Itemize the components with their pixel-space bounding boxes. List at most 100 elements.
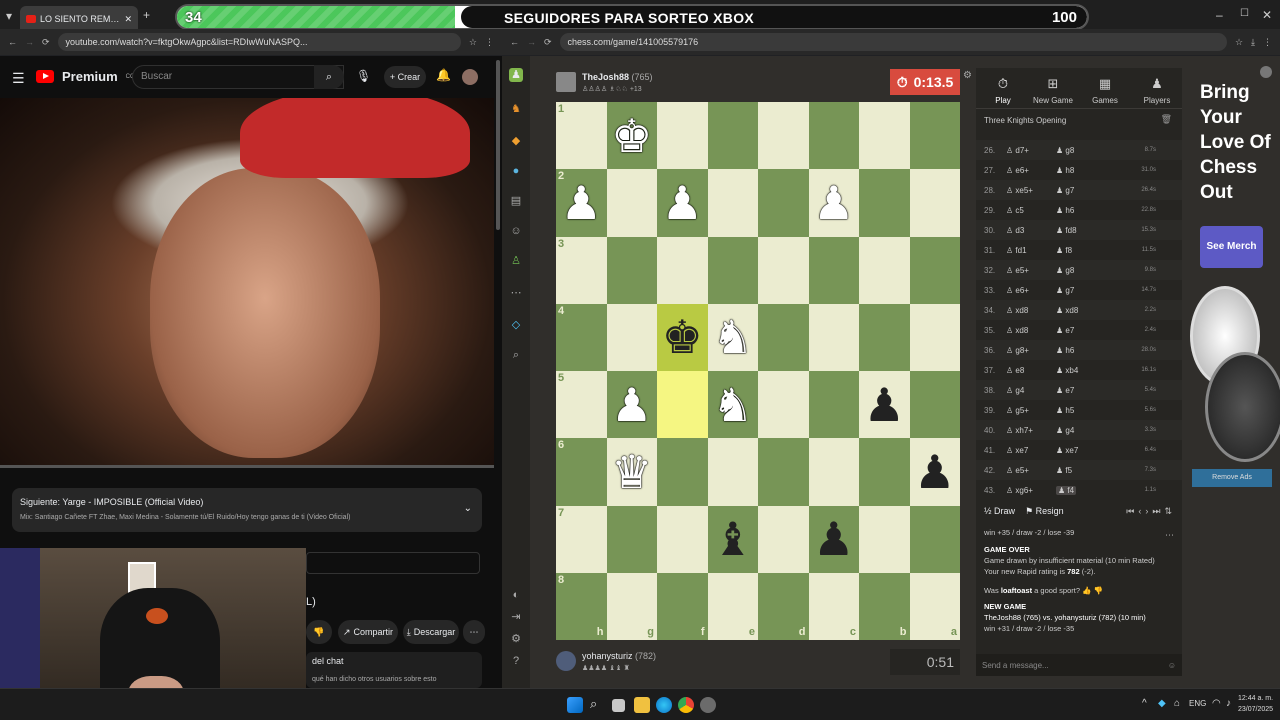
video-progress-bar[interactable] xyxy=(0,465,494,468)
yt-scrollbar[interactable] xyxy=(496,60,500,230)
black-move[interactable]: ♟ g4 xyxy=(1056,426,1116,435)
board-square[interactable]: 7 xyxy=(556,505,607,573)
task-view-icon[interactable] xyxy=(612,699,625,712)
board-square[interactable]: ♞ xyxy=(707,371,758,439)
black-pawn-piece[interactable]: ♟ xyxy=(864,382,905,428)
board-settings-icon[interactable]: ⚙ xyxy=(963,70,972,81)
board-square[interactable] xyxy=(758,438,809,506)
move-row[interactable]: 41. ♙ xe7 ♟ xe7 6.4s xyxy=(976,440,1182,460)
board-square[interactable]: ♟ xyxy=(859,371,910,439)
board-square[interactable]: c xyxy=(808,572,859,640)
wifi-icon[interactable]: ◠ xyxy=(1212,698,1221,709)
move-row[interactable]: 30. ♙ d3 ♟ fd8 15.3s xyxy=(976,220,1182,240)
board-square[interactable] xyxy=(909,236,960,304)
collapse-icon[interactable]: ⇥ xyxy=(509,610,523,624)
black-move[interactable]: ♟ xd8 xyxy=(1056,306,1116,315)
left-url-field[interactable]: youtube.com/watch?v=fktgOkwAgpc&list=RDI… xyxy=(57,33,461,51)
volume-icon[interactable]: ♪ xyxy=(1226,698,1231,709)
board-square[interactable]: g xyxy=(606,572,657,640)
forward-icon[interactable]: → xyxy=(25,37,34,47)
video-player[interactable] xyxy=(0,98,494,468)
white-move[interactable]: ♙ xd8 xyxy=(1006,306,1056,315)
board-square[interactable] xyxy=(707,102,758,170)
board-square[interactable]: 4 xyxy=(556,303,607,371)
move-row[interactable]: 35. ♙ xd8 ♟ e7 2.4s xyxy=(976,320,1182,340)
learn-icon[interactable]: ◆ xyxy=(509,134,523,148)
social-icon[interactable]: ☺ xyxy=(509,224,523,238)
tab-new-game[interactable]: ⊞ New Game xyxy=(1028,76,1078,105)
tab-play[interactable]: ⏱ Play xyxy=(978,76,1028,105)
black-move[interactable]: ♟ e7 xyxy=(1056,386,1116,395)
board-square[interactable]: a xyxy=(909,572,960,640)
black-move[interactable]: ♟ h6 xyxy=(1056,346,1116,355)
white-move[interactable]: ♙ e6+ xyxy=(1006,286,1056,295)
move-row[interactable]: 31. ♙ fd1 ♟ f8 11.5s xyxy=(976,240,1182,260)
black-move[interactable]: ♟ g8 xyxy=(1056,266,1116,275)
thumbs-up-icon[interactable]: 👍 xyxy=(1082,586,1091,595)
board-square[interactable] xyxy=(606,169,657,237)
tray-chevron-icon[interactable]: ^ xyxy=(1142,698,1147,709)
news-icon[interactable]: ▤ xyxy=(509,194,523,208)
board-square[interactable] xyxy=(758,236,809,304)
chess-board[interactable]: 1 ♚ 2 ♟ ♟ ♟ 3 4 ♚ ♞ 5 ♟ ♞ ♟ 6 ♛ ♟ 7 ♝ ♟ 8 h g f e d c b a xyxy=(556,102,960,640)
white-move[interactable]: ♙ e8 xyxy=(1006,366,1056,375)
chevron-down-icon[interactable]: ⌄ xyxy=(464,503,472,514)
move-row[interactable]: 33. ♙ e6+ ♟ g7 14.7s xyxy=(976,280,1182,300)
black-pawn-piece[interactable]: ♟ xyxy=(914,449,955,495)
app-icon[interactable] xyxy=(700,697,716,713)
chat-replay-box[interactable]: del chat qué han dicho otros usuarios so… xyxy=(306,652,482,688)
board-square[interactable] xyxy=(859,102,910,170)
board-square[interactable] xyxy=(707,169,758,237)
top-player-avatar[interactable] xyxy=(556,72,576,92)
minimize-icon[interactable]: – xyxy=(1216,8,1223,22)
white-move[interactable]: ♙ fd1 xyxy=(1006,246,1056,255)
board-square[interactable]: 1 xyxy=(556,102,607,170)
clock-date[interactable]: 12:44 a. m. 23/07/2025 xyxy=(1238,694,1273,715)
black-move[interactable]: ♟ h5 xyxy=(1056,406,1116,415)
board-square[interactable]: 2 ♟ xyxy=(556,169,607,237)
board-square[interactable] xyxy=(808,102,859,170)
move-row[interactable]: 32. ♙ e5+ ♟ g8 9.8s xyxy=(976,260,1182,280)
tab-games[interactable]: ▦ Games xyxy=(1080,76,1130,105)
board-square[interactable] xyxy=(808,303,859,371)
close-tab-icon[interactable]: ✕ xyxy=(124,14,132,25)
puzzles-icon[interactable]: ♞ xyxy=(509,102,523,116)
board-square[interactable]: ♟ xyxy=(808,169,859,237)
chat-options-icon[interactable]: ⋯ xyxy=(1165,530,1174,541)
bottom-player-name[interactable]: yohanysturiz xyxy=(582,651,633,661)
board-square[interactable] xyxy=(657,438,708,506)
white-pawn-piece[interactable]: ♟ xyxy=(662,180,703,226)
back-icon-right[interactable]: ← xyxy=(510,37,519,47)
board-square[interactable] xyxy=(859,236,910,304)
microphone-icon[interactable]: 🎙 xyxy=(356,69,371,83)
board-square[interactable]: 5 xyxy=(556,371,607,439)
download-icon[interactable]: ⤓ xyxy=(1251,37,1255,48)
move-row[interactable]: 42. ♙ e5+ ♟ f5 7.3s xyxy=(976,460,1182,480)
search-taskbar-icon[interactable]: ⌕ xyxy=(590,696,597,712)
bookmark-star-icon[interactable]: ☆ xyxy=(469,37,477,48)
board-square[interactable]: ♛ xyxy=(606,438,657,506)
board-square[interactable]: d xyxy=(758,572,809,640)
board-square[interactable] xyxy=(606,505,657,573)
menu-icon-right[interactable]: ⋮ xyxy=(1263,37,1272,48)
more-actions-button[interactable]: ⋯ xyxy=(463,620,485,644)
avatar[interactable] xyxy=(462,69,478,85)
move-navigation[interactable]: ⏮‹›⏭⇅ xyxy=(1126,506,1182,517)
theme-toggle-icon[interactable]: ◐ xyxy=(509,588,523,602)
move-row[interactable]: 36. ♙ g8+ ♟ h6 28.0s xyxy=(976,340,1182,360)
board-square[interactable] xyxy=(758,169,809,237)
board-square[interactable] xyxy=(859,303,910,371)
watch-icon[interactable]: ● xyxy=(509,164,523,178)
board-square[interactable] xyxy=(657,371,708,439)
file-explorer-icon[interactable] xyxy=(634,697,650,713)
white-move[interactable]: ♙ e6+ xyxy=(1006,166,1056,175)
help-icon[interactable]: ? xyxy=(509,654,523,668)
tab-list-icon[interactable]: ▾ xyxy=(6,9,12,23)
tab-players[interactable]: ♟ Players xyxy=(1132,76,1182,105)
next-up-box[interactable]: Siguiente: Yarge - IMPOSIBLE (Official V… xyxy=(12,488,482,532)
download-button[interactable]: ⤓ Descargar xyxy=(403,620,459,644)
black-move[interactable]: ♟ f4 xyxy=(1056,485,1116,495)
right-url-field[interactable]: chess.com/game/141005579176 xyxy=(559,33,1227,51)
board-square[interactable]: ♟ xyxy=(606,371,657,439)
board-square[interactable]: b xyxy=(859,572,910,640)
